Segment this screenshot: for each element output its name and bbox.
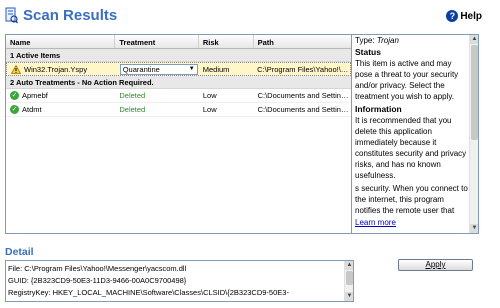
info-scrollbar[interactable]: ▲ ▼ [469, 35, 478, 233]
detail-title: Detail [5, 246, 34, 258]
scroll-up-icon[interactable]: ▲ [345, 261, 353, 270]
group-auto-treatments[interactable]: 2 Auto Treatments - No Action Required. [6, 76, 351, 89]
information-text-continued: s security. When you connect to the inte… [355, 184, 468, 215]
scan-results-grid: Name Treatment Risk Path 1 Active Items … [5, 34, 352, 234]
row-risk: Low [202, 105, 217, 114]
table-row[interactable]: ✓ Atdmt Deleted Low C:\Documents and Set… [6, 103, 351, 117]
row-name-cell: Win32.Trojan.Yspy [7, 64, 116, 74]
scan-results-icon [5, 7, 18, 24]
row-risk: Low [202, 91, 217, 100]
row-treatment-cell: Quarantine ▼ [116, 63, 199, 75]
detail-registry-line: RegistryKey: HKEY_LOCAL_MACHINE\Software… [8, 288, 289, 297]
chevron-down-icon[interactable]: ▼ [189, 66, 195, 72]
threat-name: Apmebf [22, 91, 48, 100]
threat-name: Win32.Trojan.Yspy [24, 64, 88, 74]
row-treatment: Deleted [119, 105, 146, 114]
column-header-name[interactable]: Name [6, 35, 116, 48]
detail-lines: File: C:\Program Files\Yahoo!\Messenger\… [8, 263, 343, 299]
row-path: C:\Program Files\Yahoo!\Me... [257, 64, 350, 74]
detail-box: File: C:\Program Files\Yahoo!\Messenger\… [5, 260, 354, 302]
column-header-risk[interactable]: Risk [199, 35, 254, 48]
column-header-path[interactable]: Path [254, 35, 351, 48]
help-label[interactable]: Help [460, 11, 482, 22]
page-title: Scan Results [23, 7, 118, 24]
status-heading: Status [355, 47, 381, 57]
information-heading: Information [355, 104, 402, 114]
table-row[interactable]: ✓ Apmebf Deleted Low C:\Documents and Se… [6, 89, 351, 103]
group-active-items[interactable]: 1 Active Items [6, 49, 351, 62]
info-type-value: Trojan [376, 36, 399, 45]
info-type: Type: Trojan [355, 36, 469, 45]
scroll-thumb[interactable] [346, 271, 353, 285]
scroll-up-icon[interactable]: ▲ [470, 35, 478, 44]
row-path: C:\Documents and Settings\... [257, 105, 351, 114]
row-treatment: Deleted [119, 91, 146, 100]
help-icon[interactable]: ? [446, 10, 459, 22]
treatment-select[interactable]: Quarantine ▼ [119, 63, 198, 75]
row-path: C:\Documents and Settings\... [257, 91, 351, 100]
detail-guid-line: GUID: {2B323CD9-50E3-11D3-9466-00A0C9700… [8, 276, 187, 285]
treatment-select-value: Quarantine [122, 64, 160, 74]
check-icon: ✓ [10, 91, 19, 100]
scroll-down-icon[interactable]: ▼ [470, 224, 478, 233]
grid-header: Name Treatment Risk Path [6, 35, 351, 49]
table-row[interactable]: Win32.Trojan.Yspy Quarantine ▼ Medium C:… [6, 62, 351, 76]
apply-label[interactable]: Apply [425, 260, 445, 269]
scroll-thumb[interactable] [471, 45, 478, 140]
apply-button[interactable]: Apply [398, 259, 473, 271]
scroll-down-icon[interactable]: ▼ [345, 292, 353, 301]
help-button[interactable]: ? Help [446, 10, 482, 22]
column-header-treatment[interactable]: Treatment [115, 35, 199, 48]
row-name-cell: ✓ Atdmt [6, 105, 115, 114]
status-text: This item is active and may pose a threa… [355, 59, 459, 101]
row-risk: Medium [202, 64, 230, 74]
warning-icon [11, 64, 21, 74]
detail-file-line: File: C:\Program Files\Yahoo!\Messenger\… [8, 264, 187, 273]
detail-scrollbar[interactable]: ▲ ▼ [344, 261, 353, 301]
information-text: It is recommended that you delete this a… [355, 116, 467, 180]
row-name-cell: ✓ Apmebf [6, 91, 115, 100]
learn-more-link[interactable]: Learn more [355, 218, 396, 227]
info-content: Type: Trojan Status This item is active … [355, 36, 469, 227]
header: Scan Results ? Help [0, 0, 500, 32]
threat-name: Atdmt [22, 105, 42, 114]
check-icon: ✓ [10, 105, 19, 114]
info-panel: Type: Trojan Status This item is active … [352, 34, 479, 234]
info-type-label: Type: [355, 36, 375, 45]
